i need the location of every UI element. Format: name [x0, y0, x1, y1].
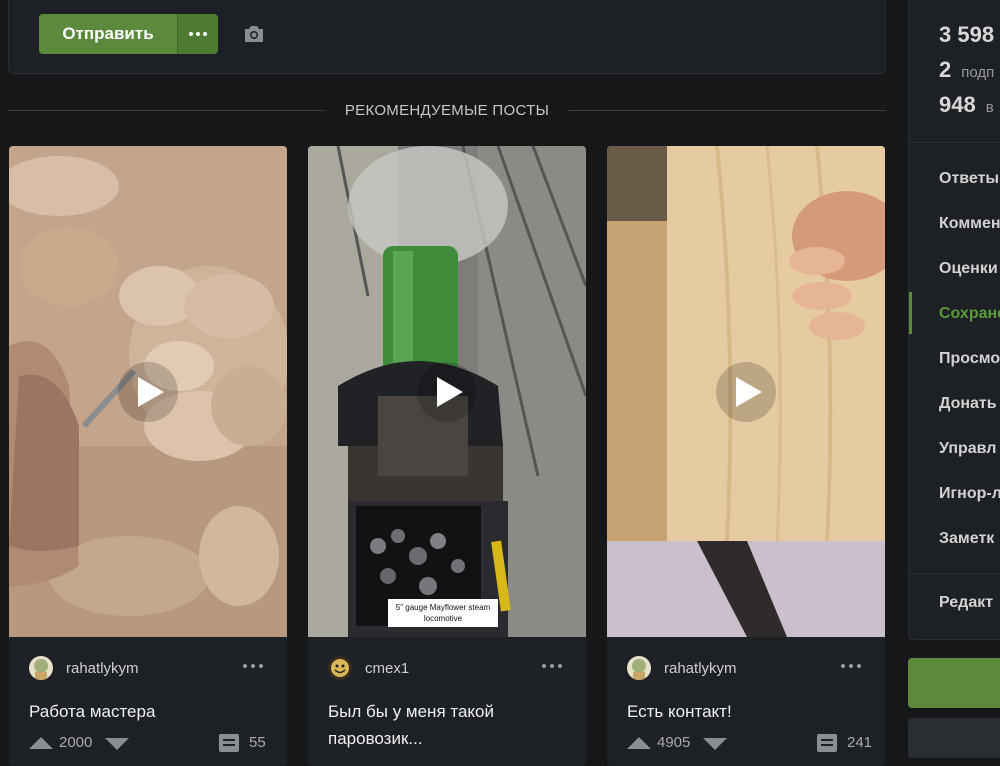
more-options-button[interactable] [177, 14, 218, 54]
post-author[interactable]: rahatlykym [29, 656, 139, 680]
avatar[interactable] [627, 656, 651, 680]
avatar-image [627, 656, 651, 680]
active-indicator [909, 292, 912, 334]
more-dots-icon[interactable] [841, 664, 861, 668]
avatar[interactable] [29, 656, 53, 680]
section-title: РЕКОМЕНДУЕМЫЕ ПОСТЫ [344, 101, 550, 119]
sidebar-item-donations[interactable]: Донать [939, 395, 997, 413]
stat-value: 2 [939, 57, 952, 82]
secondary-action-button[interactable] [908, 718, 1000, 758]
post-rating: 2000 [59, 734, 93, 751]
avatar-image [29, 656, 53, 680]
sidebar-item-manage[interactable]: Управл [939, 440, 996, 458]
more-dots-icon[interactable] [243, 664, 263, 668]
post-title[interactable]: Был бы у меня такой паровозик... [328, 698, 568, 752]
post-meta: 2000 55 [29, 731, 269, 761]
send-button-group: Отправить [39, 14, 218, 54]
divider [569, 109, 886, 111]
upvote-icon[interactable] [627, 735, 651, 749]
more-dots-icon [189, 32, 207, 36]
post-rating: 4905 [657, 734, 691, 751]
upvote-icon[interactable] [29, 735, 53, 749]
post-author[interactable]: rahatlykym [627, 656, 737, 680]
avatar[interactable] [328, 656, 352, 680]
sidebar-item-saved[interactable]: Сохране [939, 305, 1000, 323]
author-name[interactable]: rahatlykym [66, 660, 139, 677]
sidebar-item-answers[interactable]: Ответы [939, 170, 999, 188]
sidebar-item-edit[interactable]: Редакт [939, 594, 993, 612]
stat-third: 948 в [939, 92, 994, 118]
play-button[interactable] [417, 361, 477, 422]
play-button[interactable] [716, 361, 776, 422]
sidebar-item-viewed[interactable]: Просмо [939, 350, 1000, 368]
comments-count[interactable]: 241 [847, 734, 872, 751]
comments-icon[interactable] [219, 734, 239, 752]
post-card[interactable]: 5" gauge Mayflower steam locomotive cmex… [308, 146, 586, 766]
sidebar-item-ignore-list[interactable]: Игнор-л [939, 485, 1000, 503]
post-author[interactable]: cmex1 [328, 656, 409, 680]
post-meta: 4905 241 [627, 731, 872, 761]
play-icon [137, 376, 164, 407]
comment-composer: Отправить [8, 0, 886, 74]
comments-icon[interactable] [817, 734, 837, 752]
author-name[interactable]: cmex1 [365, 660, 409, 677]
post-title[interactable]: Работа мастера [29, 698, 269, 725]
recommended-posts-header: РЕКОМЕНДУЕМЫЕ ПОСТЫ [8, 96, 886, 124]
stat-value: 948 [939, 92, 976, 117]
camera-icon[interactable] [243, 24, 265, 44]
avatar-image [328, 656, 352, 680]
sidebar-item-comments[interactable]: Коммен [939, 215, 1000, 233]
stat-label: подп [961, 64, 995, 81]
divider [909, 573, 1000, 574]
divider [8, 109, 325, 111]
profile-sidebar: 3 598 2 подп 948 в Ответы Коммен Оценки Со… [908, 0, 1000, 640]
post-card[interactable]: rahatlykym Есть контакт! 4905 241 [607, 146, 885, 766]
stat-label: в [985, 99, 994, 116]
post-card[interactable]: rahatlykym Работа мастера 2000 55 [9, 146, 287, 766]
play-icon [735, 376, 762, 407]
video-caption: 5" gauge Mayflower steam locomotive [395, 603, 491, 623]
divider [909, 142, 1000, 143]
author-name[interactable]: rahatlykym [664, 660, 737, 677]
play-icon [436, 376, 463, 407]
post-title[interactable]: Есть контакт! [627, 698, 867, 725]
comments-count[interactable]: 55 [249, 734, 266, 751]
stat-value: 3 598 [939, 22, 995, 47]
stat-subscribers[interactable]: 2 подп [939, 57, 994, 83]
video-thumbnail[interactable] [607, 146, 885, 637]
stat-rating: 3 598 [939, 22, 994, 48]
video-thumbnail[interactable] [9, 146, 287, 637]
video-thumbnail[interactable]: 5" gauge Mayflower steam locomotive [308, 146, 586, 637]
more-dots-icon[interactable] [542, 664, 562, 668]
send-button[interactable]: Отправить [39, 14, 177, 54]
sidebar-item-ratings[interactable]: Оценки [939, 260, 998, 278]
play-button[interactable] [118, 361, 178, 422]
primary-action-button[interactable] [908, 658, 1000, 708]
sidebar-item-notes[interactable]: Заметк [939, 530, 994, 548]
